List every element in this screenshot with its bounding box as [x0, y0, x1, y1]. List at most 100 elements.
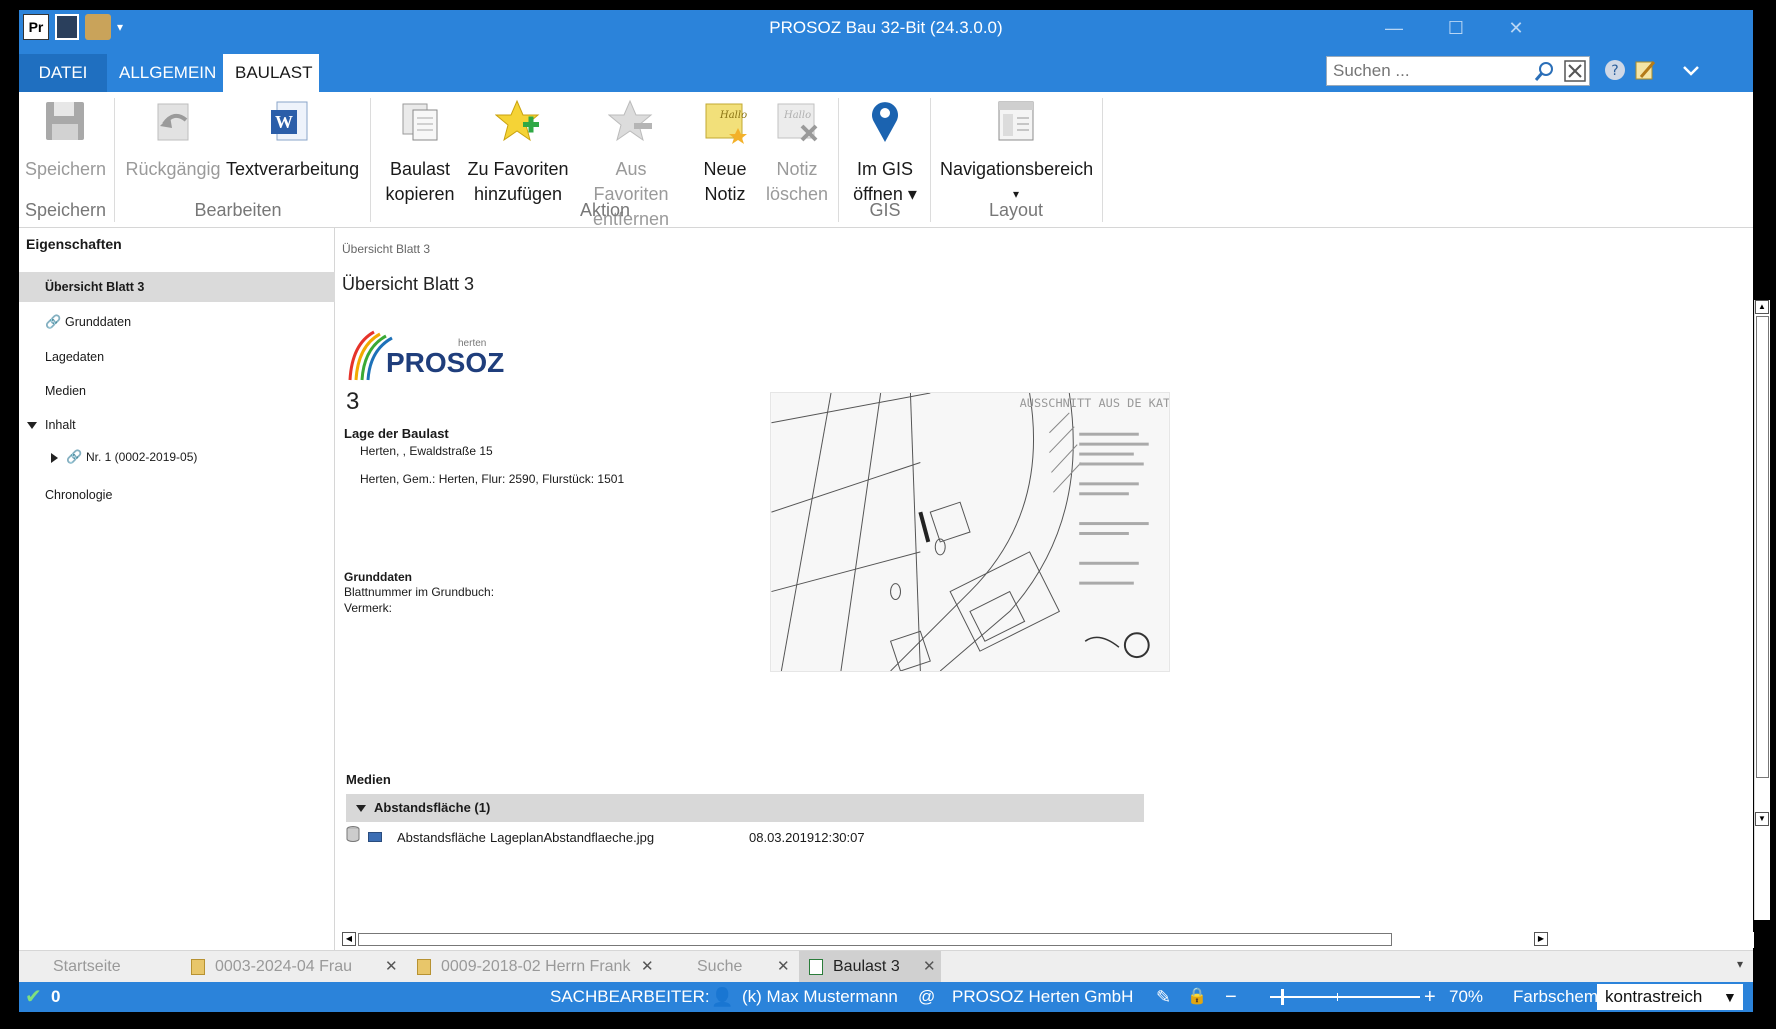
close-tab-icon[interactable]: ✕: [923, 951, 936, 983]
link-icon: 🔗: [66, 449, 83, 464]
lock-icon[interactable]: 🔒: [1187, 982, 1207, 1012]
page-title: Übersicht Blatt 3: [342, 274, 475, 294]
save-disk-icon: [46, 102, 84, 140]
media-row[interactable]: Abstandsfläche LageplanAbstandflaeche.jp…: [346, 826, 1144, 850]
doc-tab-suche[interactable]: Suche ✕: [661, 951, 795, 983]
checkmark-icon: ✔: [25, 986, 42, 1008]
group-separator: [838, 98, 839, 222]
doc-tab-startseite[interactable]: Startseite: [19, 951, 175, 983]
rueckgaengig-button[interactable]: Rückgängig: [122, 98, 224, 182]
media-date: 08.03.2019: [749, 830, 815, 845]
neue-notiz-button[interactable]: Hallo Neue Notiz: [692, 98, 758, 207]
zoom-level: 70%: [1449, 987, 1484, 1006]
database-icon[interactable]: [346, 826, 360, 842]
collapse-ribbon-icon[interactable]: [1679, 58, 1703, 82]
group-label-aktion: Aktion: [579, 200, 631, 220]
nav-item-lagedaten[interactable]: Lagedaten: [19, 342, 335, 372]
speichern-button[interactable]: Speichern: [25, 98, 106, 182]
tab-datei[interactable]: DATEI: [19, 54, 107, 92]
svg-text:herten: herten: [458, 338, 486, 349]
zu-favoriten-button[interactable]: Zu Favoriten hinzufügen: [466, 98, 570, 207]
app-window: Pr ▾ PROSOZ Bau 32-Bit (24.3.0.0) — ☐ ✕ …: [19, 10, 1770, 1012]
close-tab-icon[interactable]: ✕: [385, 951, 398, 983]
folder-icon: [417, 959, 431, 975]
zoom-slider-track[interactable]: [1270, 996, 1420, 998]
doc-tab-label: Startseite: [53, 958, 121, 975]
doc-tab-0003-2024-04[interactable]: 0003-2024-04 Frau Ludwig ✕: [181, 951, 403, 1007]
ribbon-tab-bar: DATEI ALLGEMEIN BAULAST ?: [19, 46, 1753, 92]
close-tab-icon[interactable]: ✕: [641, 951, 654, 983]
tab-list-dropdown-icon[interactable]: ▾: [1737, 957, 1743, 971]
word-document-icon: W: [271, 101, 308, 141]
tab-baulast[interactable]: BAULAST: [223, 54, 319, 92]
link-icon: 🔗: [45, 314, 62, 329]
zoom-out-button[interactable]: −: [1225, 982, 1237, 1012]
nav-item-label: Medien: [45, 384, 86, 398]
notiz-loeschen-button[interactable]: Hallo Notiz löschen: [764, 98, 830, 207]
baulast-kopieren-button[interactable]: Baulast kopieren: [380, 98, 460, 207]
edit-pencil-icon[interactable]: ✎: [1156, 982, 1171, 1012]
close-button[interactable]: ✕: [1486, 10, 1546, 46]
folder-icon: [191, 959, 205, 975]
nav-item-grunddaten[interactable]: 🔗 Grunddaten: [19, 307, 335, 337]
media-group-row[interactable]: Abstandsfläche (1): [346, 794, 1144, 822]
doc-tab-0009-2018-02[interactable]: 0009-2018-02 Herrn Frank Eggers ✕: [407, 951, 657, 1007]
nav-item-label: Chronologie: [45, 488, 113, 502]
scroll-left-icon[interactable]: ◀: [342, 932, 356, 946]
zoom-slider-thumb[interactable]: [1281, 989, 1284, 1005]
scroll-thumb[interactable]: [1756, 316, 1769, 778]
group-label-layout: Layout: [988, 200, 1044, 220]
scroll-right-icon[interactable]: ▶: [1534, 932, 1548, 946]
properties-panel: Eigenschaften Übersicht Blatt 3 🔗 Grundda…: [19, 228, 335, 950]
horizontal-scrollbar[interactable]: ◀ ▶: [342, 932, 1754, 948]
organization-name[interactable]: PROSOZ Herten GmbH: [952, 982, 1133, 1012]
maximize-button[interactable]: ☐: [1426, 10, 1486, 46]
map-caption: AUSSCHNITT AUS DE KATASTERPLA: [1020, 396, 1170, 410]
cadastral-map-image[interactable]: AUSSCHNITT AUS DE KATASTERPLA: [770, 392, 1170, 672]
prosoz-logo: PROSOZ herten: [348, 330, 504, 381]
navigationsbereich-button[interactable]: Navigationsbereich ▾: [940, 98, 1093, 207]
nav-item-inhalt[interactable]: Inhalt: [19, 410, 335, 440]
nav-item-chronologie[interactable]: Chronologie: [19, 480, 335, 510]
clerk-name[interactable]: (k) Max Mustermann: [742, 982, 898, 1012]
chevron-down-icon: ▼: [1723, 989, 1737, 1005]
textverarbeitung-button[interactable]: W Textverarbeitung: [226, 98, 359, 182]
nav-item-nr-1[interactable]: 🔗 Nr. 1 (0002-2019-05): [19, 442, 335, 472]
panel-header: Eigenschaften: [26, 236, 122, 252]
expand-down-icon[interactable]: [27, 422, 37, 430]
scroll-thumb[interactable]: [358, 933, 1392, 946]
doc-tab-baulast-3[interactable]: Baulast 3 ✕: [799, 951, 941, 983]
user-icon: 👤: [711, 987, 734, 1007]
scroll-up-icon[interactable]: ▲: [1755, 300, 1769, 314]
vertical-scrollbar[interactable]: ▲ ▼: [1754, 300, 1770, 920]
nav-item-label: Grunddaten: [65, 315, 132, 329]
edit-notes-icon[interactable]: [1633, 58, 1657, 82]
nav-item-medien[interactable]: Medien: [19, 376, 335, 406]
group-separator: [114, 98, 115, 222]
help-icon[interactable]: ?: [1603, 58, 1627, 82]
group-label-bearbeiten: Bearbeiten: [194, 200, 282, 220]
media-time: 12:30:07: [814, 830, 865, 845]
group-separator: [370, 98, 371, 222]
media-file[interactable]: LageplanAbstandflaeche.jpg: [490, 826, 654, 850]
expand-down-icon[interactable]: [356, 805, 366, 813]
layout-panel-icon: [998, 101, 1034, 141]
im-gis-oeffnen-button[interactable]: Im GIS öffnen ▾: [848, 98, 922, 207]
ribbon: Speichern Rückgängig W Textverarbeitung …: [19, 92, 1753, 229]
svg-text:W: W: [275, 112, 293, 132]
zoom-in-button[interactable]: +: [1424, 982, 1436, 1012]
document-icon: [809, 959, 823, 975]
blatt-number: 3: [346, 388, 360, 415]
search-input[interactable]: [1327, 57, 1527, 85]
nav-item-uebersicht[interactable]: Übersicht Blatt 3: [19, 272, 335, 302]
search-icon[interactable]: [1533, 60, 1557, 82]
tab-allgemein[interactable]: ALLGEMEIN: [107, 54, 228, 92]
clear-search-icon[interactable]: [1563, 60, 1587, 82]
image-file-icon: [368, 832, 382, 842]
theme-select[interactable]: kontrastreich ▼: [1597, 984, 1743, 1010]
close-tab-icon[interactable]: ✕: [777, 951, 790, 983]
expand-right-icon[interactable]: [51, 452, 58, 463]
scroll-down-icon[interactable]: ▼: [1755, 812, 1769, 826]
star-remove-icon: [607, 99, 653, 142]
minimize-button[interactable]: —: [1364, 10, 1424, 46]
